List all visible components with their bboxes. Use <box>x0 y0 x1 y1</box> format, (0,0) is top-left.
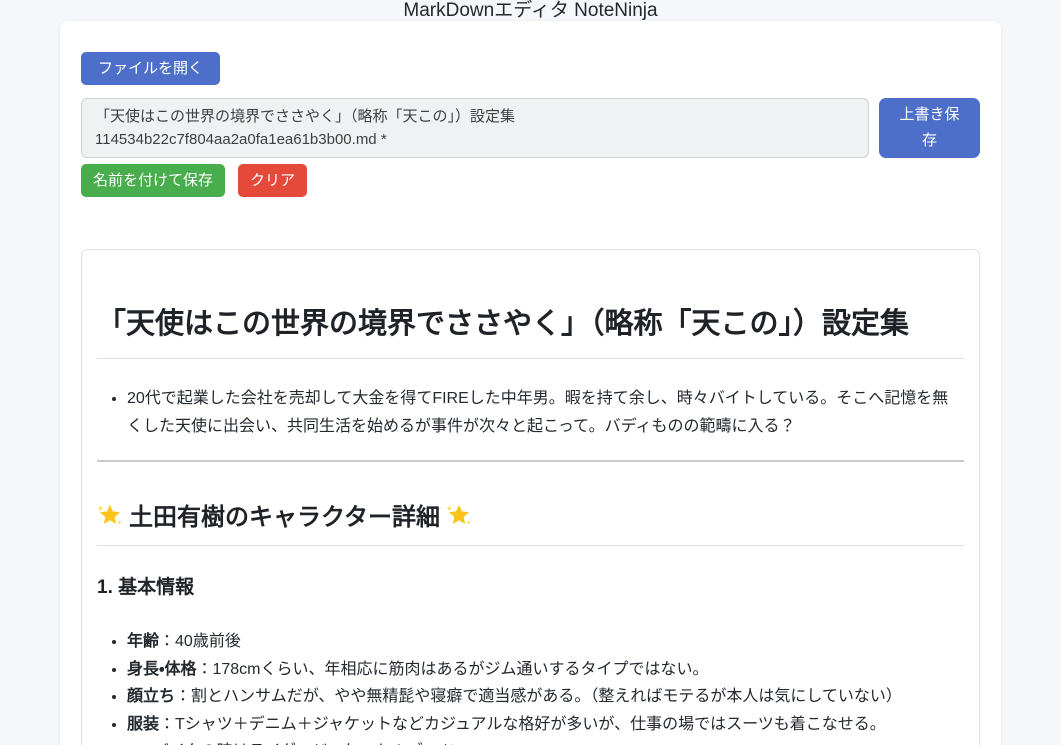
secondary-button-row: 名前を付けて保存 クリア <box>81 164 980 197</box>
item-text: ：40歳前後 <box>159 633 241 650</box>
list-item: 顔立ち：割とハンサムだが、やや無精髭や寝癖で適当感がある。（整えればモテるが本人… <box>127 683 964 711</box>
file-row: 「天使はこの世界の境界でささやく」（略称「天この」）設定集 114534b22c… <box>81 98 980 158</box>
item-label: 身長・体格 <box>127 661 196 678</box>
list-item: バイクの時はライダージャケット＋ブーツ <box>153 738 964 745</box>
filename-file-line: 114534b22c7f804aa2a0fa1ea61b3b00.md * <box>95 128 855 151</box>
item-label: 服装 <box>127 716 159 733</box>
item-text: ：割とハンサムだが、やや無精髭や寝癖で適当感がある。（整えればモテるが本人は気に… <box>175 688 902 705</box>
glowing-star-icon <box>446 502 472 528</box>
list-item: 年齢：40歳前後 <box>127 628 964 656</box>
basic-info-list: 年齢：40歳前後 身長・体格：178cmくらい、年相応に筋肉はあるがジム通いする… <box>97 628 964 745</box>
basic-info-heading: 1. 基本情報 <box>97 576 964 600</box>
divider <box>97 460 964 462</box>
editor-card: ファイルを開く 「天使はこの世界の境界でささやく」（略称「天この」）設定集 11… <box>60 21 1001 745</box>
list-item: 服装：Tシャツ＋デニム＋ジャケットなどカジュアルな格好が多いが、仕事の場ではスー… <box>127 711 964 745</box>
item-text: ：Tシャツ＋デニム＋ジャケットなどカジュアルな格好が多いが、仕事の場ではスーツも… <box>159 716 886 733</box>
filename-display[interactable]: 「天使はこの世界の境界でささやく」（略称「天この」）設定集 114534b22c… <box>81 98 869 158</box>
item-text: ：178cmくらい、年相応に筋肉はあるがジム通いするタイプではない。 <box>196 661 708 678</box>
open-file-button[interactable]: ファイルを開く <box>81 52 220 85</box>
clear-button[interactable]: クリア <box>238 164 307 197</box>
glowing-star-icon <box>97 502 123 528</box>
item-label: 年齢 <box>127 633 159 650</box>
character-section-heading: 土田有樹のキャラクター詳細 <box>97 502 964 546</box>
overwrite-save-button[interactable]: 上書き保存 <box>879 98 980 158</box>
list-item: 身長・体格：178cmくらい、年相応に筋肉はあるがジム通いするタイプではない。 <box>127 656 964 684</box>
app-title: MarkDownエディタ NoteNinja <box>0 0 1061 21</box>
document-title-heading: 「天使はこの世界の境界でささやく」（略称「天この」）設定集 <box>97 306 964 359</box>
item-label: 顔立ち <box>127 688 175 705</box>
markdown-preview: 「天使はこの世界の境界でささやく」（略称「天この」）設定集 20代で起業した会社… <box>81 249 980 745</box>
save-as-button[interactable]: 名前を付けて保存 <box>81 164 225 197</box>
filename-title-line: 「天使はこの世界の境界でささやく」（略称「天この」）設定集 <box>95 105 855 128</box>
character-section-title: 土田有樹のキャラクター詳細 <box>129 504 440 531</box>
nested-list: バイクの時はライダージャケット＋ブーツ <box>127 738 964 745</box>
intro-list: 20代で起業した会社を売却して大金を得てFIREした中年男。暇を持て余し、時々バ… <box>97 385 964 440</box>
list-item: 20代で起業した会社を売却して大金を得てFIREした中年男。暇を持て余し、時々バ… <box>127 385 964 440</box>
